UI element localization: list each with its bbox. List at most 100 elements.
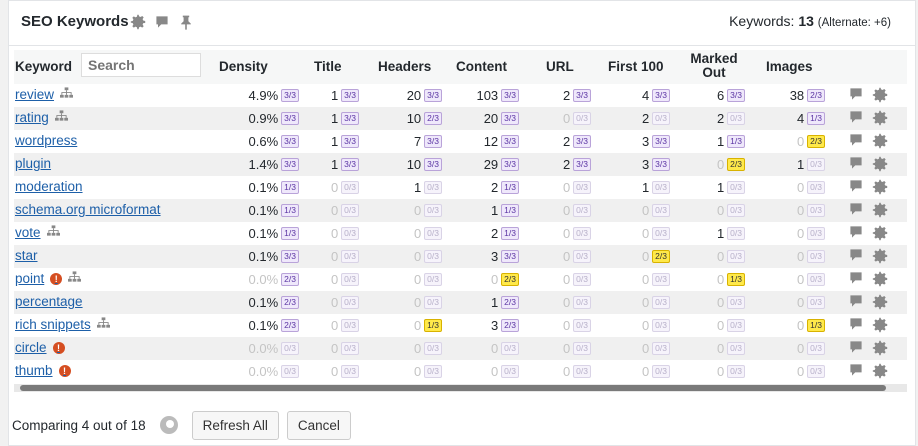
comment-icon[interactable] <box>848 339 864 362</box>
gear-icon[interactable] <box>871 339 889 362</box>
comment-icon[interactable] <box>848 224 864 247</box>
comment-icon[interactable] <box>848 132 864 155</box>
horizontal-scrollbar[interactable] <box>14 384 907 392</box>
comment-icon[interactable] <box>848 109 864 132</box>
keyword-text[interactable]: star <box>15 248 38 263</box>
content-value: 2 <box>490 226 499 241</box>
content-cell: 1 2/3 <box>491 295 519 310</box>
gear-icon[interactable] <box>871 178 889 201</box>
comment-icon[interactable] <box>153 13 171 31</box>
title-value: 0 <box>330 203 339 218</box>
url-badge: 0/3 <box>573 227 591 240</box>
keyword-text[interactable]: rating <box>15 110 49 125</box>
gear-icon[interactable] <box>871 224 889 247</box>
marked-badge: 1/3 <box>727 135 745 148</box>
density-value: 0.1% <box>248 226 279 241</box>
keyword-link[interactable]: schema.org microformat <box>15 202 161 217</box>
search-input[interactable] <box>81 53 201 77</box>
gear-icon[interactable] <box>871 293 889 316</box>
keyword-text[interactable]: moderation <box>15 179 83 194</box>
title-badge: 0/3 <box>341 296 359 309</box>
gear-icon[interactable] <box>871 316 889 339</box>
keyword-link[interactable]: circle! <box>15 340 65 355</box>
gear-icon[interactable] <box>871 270 889 293</box>
comment-icon[interactable] <box>848 155 864 178</box>
col-density[interactable]: Density <box>219 59 268 74</box>
density-cell: 4.9% 3/3 <box>249 88 299 103</box>
keyword-link[interactable]: review <box>15 87 74 102</box>
title-badge: 0/3 <box>341 227 359 240</box>
comment-icon[interactable] <box>848 316 864 339</box>
keyword-link[interactable]: vote <box>15 225 60 240</box>
keyword-text[interactable]: review <box>15 87 54 102</box>
keyword-text[interactable]: circle <box>15 340 47 355</box>
keyword-link[interactable]: percentage <box>15 294 83 309</box>
comment-icon[interactable] <box>848 201 864 224</box>
gear-icon[interactable] <box>129 13 147 31</box>
headers-value: 0 <box>413 226 422 241</box>
density-value: 0.6% <box>248 134 279 149</box>
keyword-link[interactable]: plugin <box>15 156 51 171</box>
comment-icon[interactable] <box>848 178 864 201</box>
keyword-text[interactable]: point <box>15 271 44 286</box>
keyword-text[interactable]: percentage <box>15 294 83 309</box>
keyword-link[interactable]: thumb! <box>15 363 71 378</box>
first100-value: 4 <box>641 88 650 103</box>
col-images[interactable]: Images <box>766 59 813 74</box>
col-title[interactable]: Title <box>314 59 342 74</box>
marked-badge: 2/3 <box>727 158 745 171</box>
comment-icon[interactable] <box>848 86 864 109</box>
marked-badge: 0/3 <box>727 319 745 332</box>
keyword-text[interactable]: plugin <box>15 156 51 171</box>
content-badge: 1/3 <box>501 227 519 240</box>
col-url[interactable]: URL <box>546 59 574 74</box>
images-cell: 0 0/3 <box>797 364 825 379</box>
density-value: 4.9% <box>248 88 279 103</box>
col-content[interactable]: Content <box>456 59 507 74</box>
keyword-text[interactable]: schema.org microformat <box>15 202 161 217</box>
scrollbar-thumb[interactable] <box>20 385 886 391</box>
url-value: 0 <box>562 111 571 126</box>
comment-icon[interactable] <box>848 247 864 270</box>
title-value: 0 <box>330 226 339 241</box>
col-first100[interactable]: First 100 <box>608 59 664 74</box>
cancel-button[interactable]: Cancel <box>286 410 351 440</box>
keyword-text[interactable]: rich snippets <box>15 317 91 332</box>
pin-icon[interactable] <box>177 13 195 31</box>
row-actions <box>848 132 889 155</box>
gear-icon[interactable] <box>871 362 889 385</box>
url-badge: 3/3 <box>573 135 591 148</box>
gear-icon[interactable] <box>871 155 889 178</box>
title-cell: 0 0/3 <box>331 364 359 379</box>
gear-icon[interactable] <box>871 247 889 270</box>
refresh-all-button[interactable]: Refresh All <box>191 410 279 440</box>
keyword-link[interactable]: wordpress <box>15 133 77 148</box>
col-headers[interactable]: Headers <box>378 59 431 74</box>
gear-icon[interactable] <box>871 86 889 109</box>
gear-icon[interactable] <box>871 132 889 155</box>
row-actions <box>848 201 889 224</box>
keyword-text[interactable]: wordpress <box>15 133 77 148</box>
first100-badge: 0/3 <box>652 365 670 378</box>
keyword-link[interactable]: point! <box>15 271 82 286</box>
comment-icon[interactable] <box>848 362 864 385</box>
url-badge: 0/3 <box>573 250 591 263</box>
first100-badge: 3/3 <box>652 135 670 148</box>
content-badge: 3/3 <box>501 250 519 263</box>
comment-icon[interactable] <box>848 270 864 293</box>
title-value: 0 <box>330 249 339 264</box>
keyword-text[interactable]: vote <box>15 225 41 240</box>
col-marked-out[interactable]: Marked Out <box>684 52 744 80</box>
keyword-link[interactable]: rating <box>15 110 68 125</box>
headers-badge: 3/3 <box>424 89 442 102</box>
marked-badge: 0/3 <box>727 365 745 378</box>
gear-icon[interactable] <box>871 201 889 224</box>
comment-icon[interactable] <box>848 293 864 316</box>
compare-toggle-icon[interactable] <box>159 416 178 434</box>
table-row: percentage 0.1% 2/3 0 0/3 0 0/3 1 2/3 0 0/3 0 0/3 0 0/… <box>14 291 907 314</box>
keyword-link[interactable]: rich snippets <box>15 317 110 332</box>
keyword-link[interactable]: star <box>15 248 38 263</box>
keyword-link[interactable]: moderation <box>15 179 83 194</box>
keyword-text[interactable]: thumb <box>15 363 53 378</box>
gear-icon[interactable] <box>871 109 889 132</box>
